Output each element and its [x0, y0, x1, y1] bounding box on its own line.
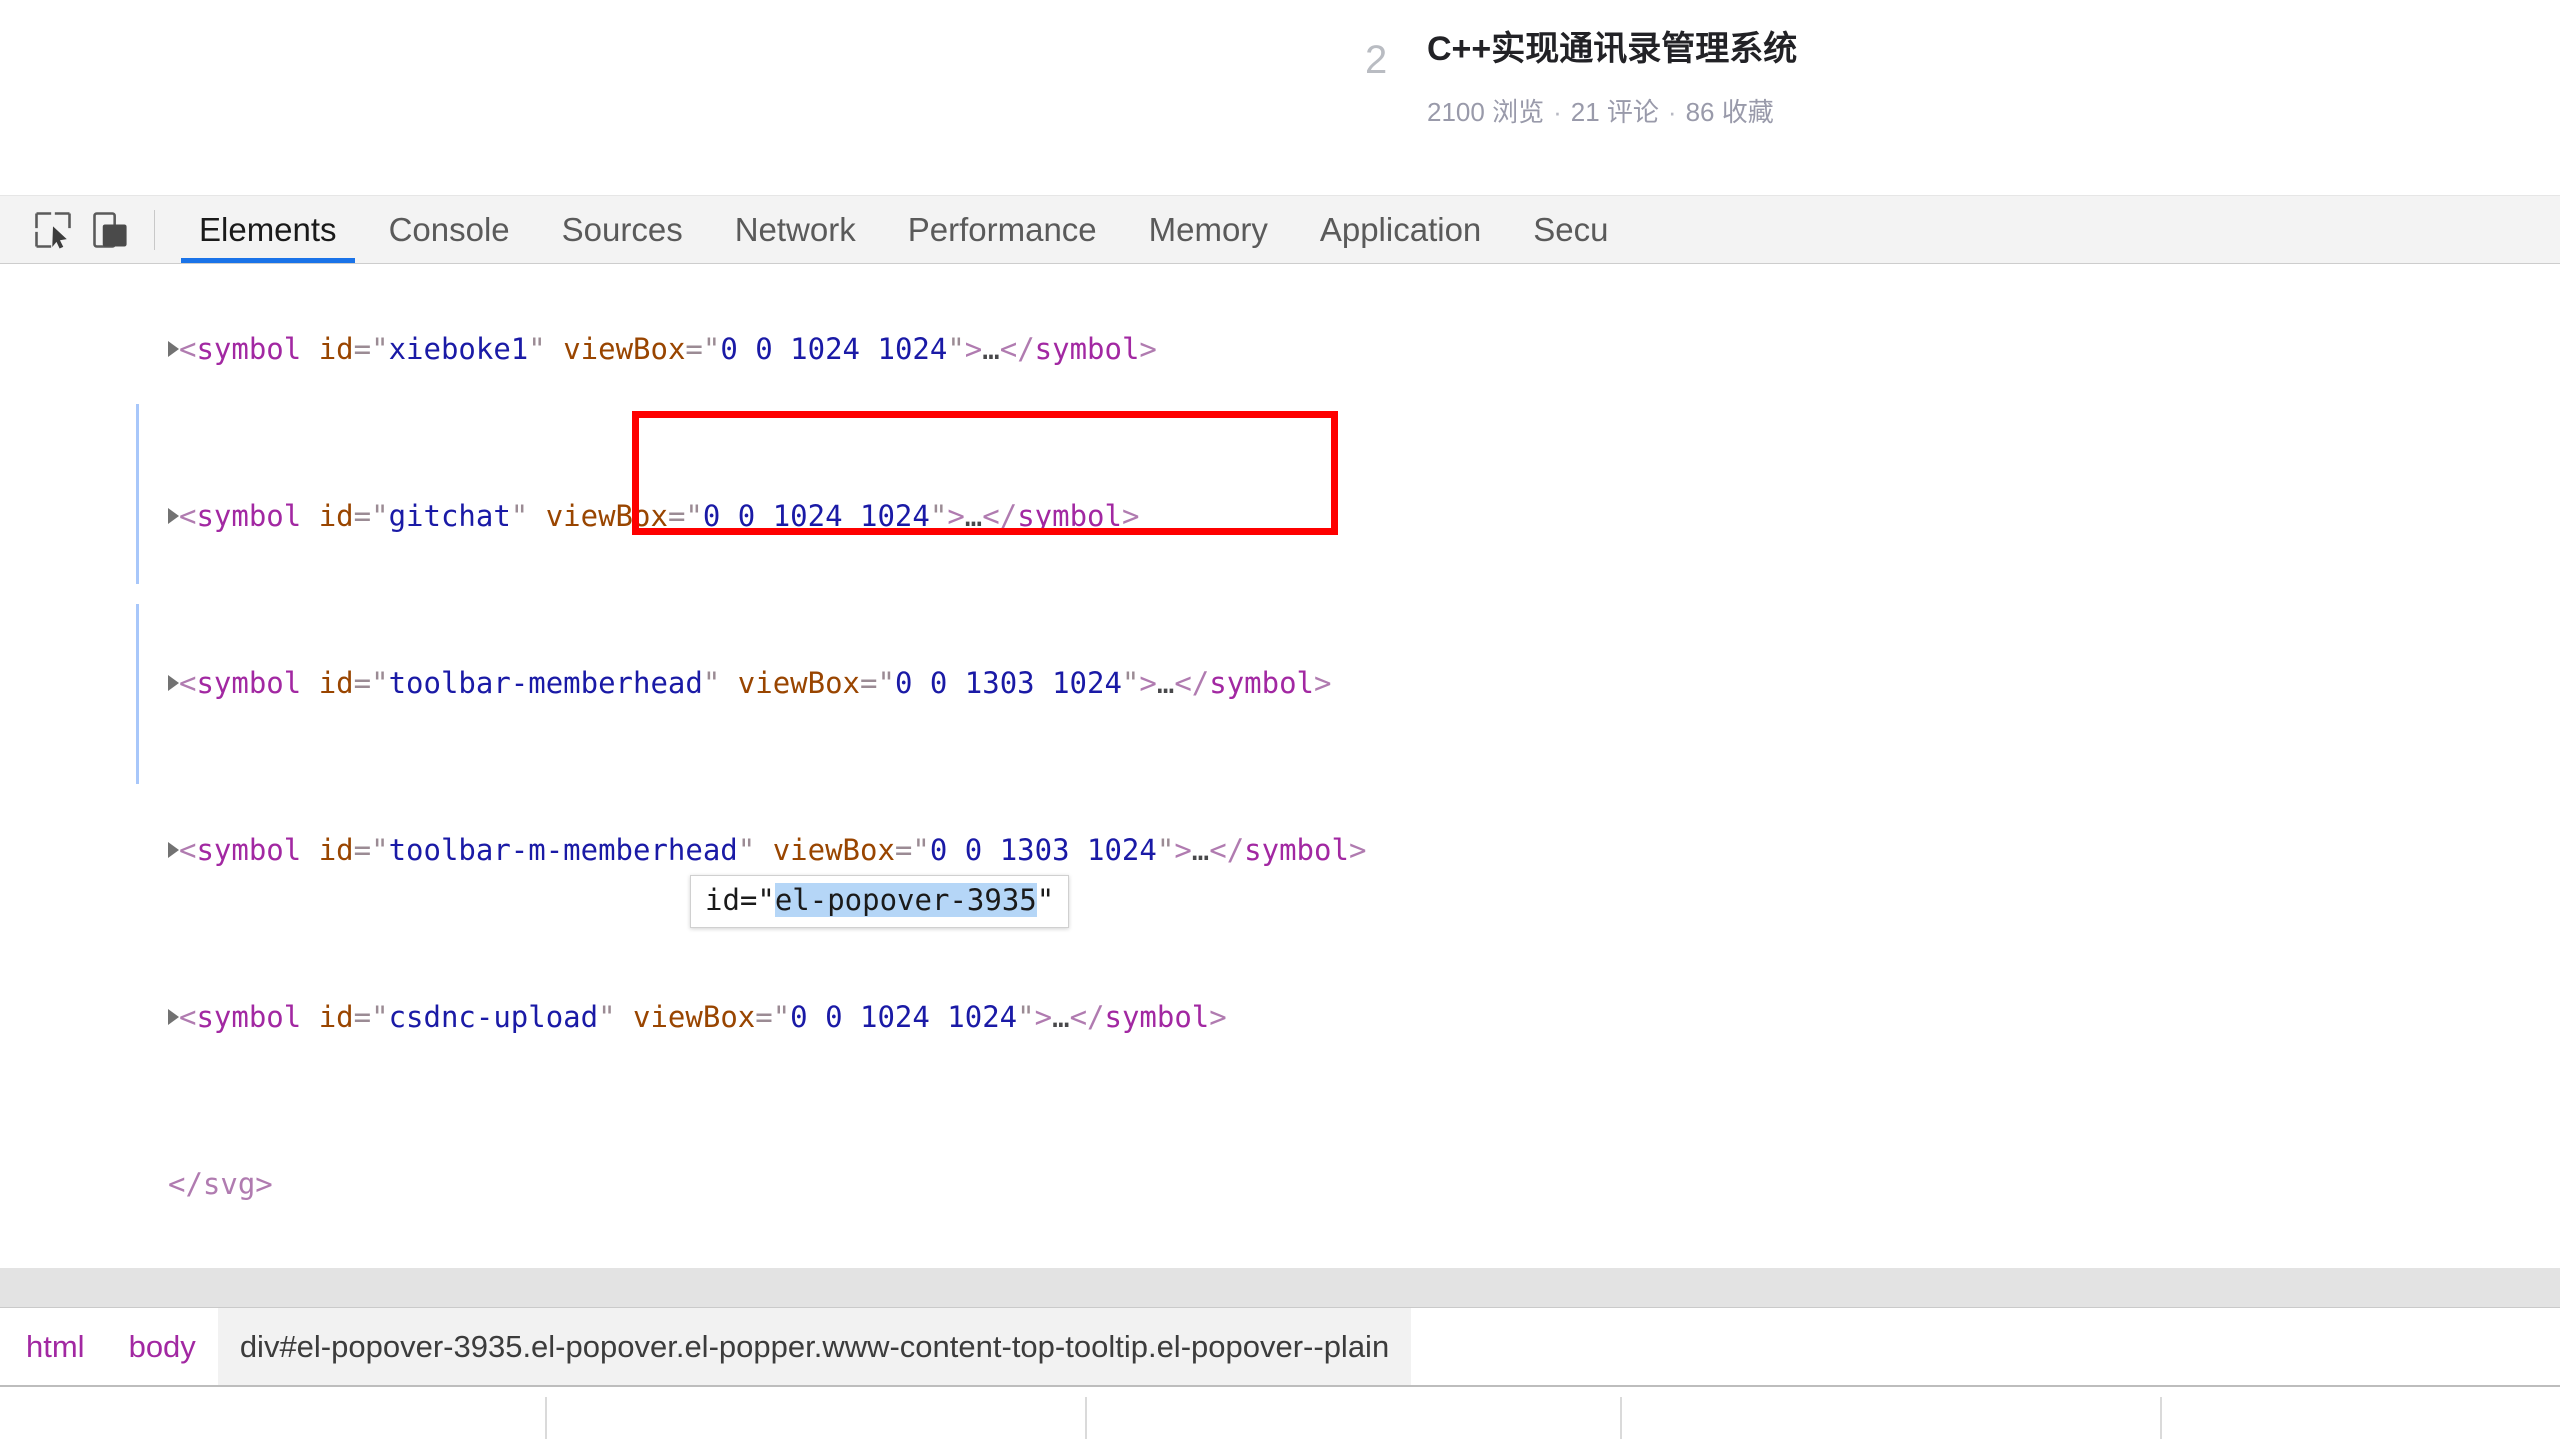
- stub-divider: [1620, 1397, 1622, 1439]
- expand-arrow-icon[interactable]: [168, 507, 179, 524]
- tag-name: symbol: [196, 666, 302, 700]
- stub-divider: [1085, 1397, 1087, 1439]
- web-page-content: 2 C++实现通讯录管理系统 2100 浏览 · 21 评论 · 86 收藏: [0, 0, 2560, 196]
- device-toolbar-icon[interactable]: [82, 201, 140, 259]
- article-favorites: 86 收藏: [1685, 96, 1774, 127]
- attr-value: xieboke1: [388, 332, 529, 366]
- attr-name: id: [318, 1000, 354, 1034]
- stub-divider: [2160, 1397, 2162, 1439]
- toolbar-icon-group: [0, 201, 173, 259]
- attr-value: csdnc-upload: [388, 1000, 599, 1034]
- article-meta: 2100 浏览 · 21 评论 · 86 收藏: [1427, 96, 1797, 130]
- attr-name: viewBox: [772, 833, 895, 867]
- dom-line-symbol-xieboke1[interactable]: <symbol id="xieboke1" viewBox="0 0 1024 …: [0, 266, 2560, 433]
- expand-arrow-icon[interactable]: [168, 674, 179, 691]
- toolbar-divider: [154, 209, 155, 250]
- closing-tag: symbol: [1034, 332, 1140, 366]
- inspect-element-icon[interactable]: [24, 201, 82, 259]
- styles-pane-stub: [0, 1385, 2560, 1439]
- stub-divider: [545, 1397, 547, 1439]
- dom-line-symbol-csdnc-upload[interactable]: <symbol id="csdnc-upload" viewBox="0 0 1…: [0, 934, 2560, 1101]
- devtools-toolbar: Elements Console Sources Network Perform…: [0, 196, 2560, 264]
- article-comments: 21 评论: [1570, 96, 1659, 127]
- dom-line-svg-close[interactable]: </svg>: [0, 1101, 2560, 1268]
- dom-line-symbol-toolbar-memberhead[interactable]: <symbol id="toolbar-memberhead" viewBox=…: [0, 600, 2560, 767]
- dom-line-symbol-gitchat[interactable]: <symbol id="gitchat" viewBox="0 0 1024 1…: [0, 433, 2560, 600]
- attr-value: toolbar-m-memberhead: [388, 833, 738, 867]
- dom-tree[interactable]: <symbol id="xieboke1" viewBox="0 0 1024 …: [0, 264, 2560, 1307]
- attr-name: viewBox: [563, 332, 686, 366]
- attribute-edit-field[interactable]: id="el-popover-3935": [690, 875, 1070, 928]
- attr-value: 0 0 1024 1024: [702, 499, 930, 533]
- closing-svg-tag: </svg>: [168, 1167, 273, 1201]
- tab-network[interactable]: Network: [709, 196, 882, 263]
- meta-separator: ·: [1553, 96, 1562, 127]
- edit-suffix: ": [1036, 883, 1055, 917]
- tag-name: symbol: [196, 1000, 302, 1034]
- edit-selected-value[interactable]: el-popover-3935: [774, 883, 1037, 917]
- tab-security[interactable]: Secu: [1507, 196, 1634, 263]
- collapsed-children[interactable]: …: [1157, 667, 1174, 700]
- attr-name: viewBox: [545, 499, 668, 533]
- collapsed-children[interactable]: …: [1192, 834, 1209, 867]
- collapsed-children[interactable]: …: [982, 333, 999, 366]
- article-views: 2100 浏览: [1427, 96, 1545, 127]
- attr-value: toolbar-memberhead: [388, 666, 703, 700]
- tab-application[interactable]: Application: [1294, 196, 1507, 263]
- article-card[interactable]: 2 C++实现通讯录管理系统 2100 浏览 · 21 评论 · 86 收藏: [1365, 26, 1797, 129]
- attr-value: 0 0 1303 1024: [894, 666, 1122, 700]
- expand-arrow-icon[interactable]: [168, 841, 179, 858]
- edit-prefix: id=": [705, 883, 775, 917]
- closing-tag: symbol: [1244, 833, 1349, 867]
- attr-name: id: [318, 332, 354, 366]
- breadcrumb-item-selected[interactable]: div#el-popover-3935.el-popover.el-popper…: [217, 1308, 1412, 1385]
- tab-memory[interactable]: Memory: [1123, 196, 1294, 263]
- tab-sources[interactable]: Sources: [536, 196, 709, 263]
- tag-name: symbol: [196, 833, 302, 867]
- devtools-tab-bar: Elements Console Sources Network Perform…: [173, 196, 1635, 263]
- closing-tag: symbol: [1209, 666, 1315, 700]
- tag-name: symbol: [196, 332, 302, 366]
- expand-arrow-icon[interactable]: [168, 1008, 179, 1025]
- tab-console[interactable]: Console: [363, 196, 536, 263]
- closing-tag: symbol: [1017, 499, 1122, 533]
- breadcrumb-item-html[interactable]: html: [0, 1308, 107, 1385]
- article-rank: 2: [1365, 38, 1388, 82]
- attr-value: 0 0 1024 1024: [720, 332, 948, 366]
- dom-line-selected-popover-3935[interactable]: ···<div role="tooltip" id="el-popover-39…: [0, 1268, 2560, 1307]
- dom-line-symbol-toolbar-m-memberhead[interactable]: <symbol id="toolbar-m-memberhead" viewBo…: [0, 767, 2560, 934]
- devtools-panel: Elements Console Sources Network Perform…: [0, 196, 2560, 1440]
- breadcrumb-item-body[interactable]: body: [107, 1308, 218, 1385]
- attr-name: viewBox: [737, 666, 860, 700]
- tag-name: symbol: [196, 499, 302, 533]
- attr-value: 0 0 1024 1024: [790, 1000, 1018, 1034]
- attr-name: id: [318, 833, 354, 867]
- article-body: C++实现通讯录管理系统 2100 浏览 · 21 评论 · 86 收藏: [1427, 26, 1797, 129]
- collapsed-children[interactable]: …: [965, 500, 982, 533]
- attr-value: gitchat: [388, 499, 511, 533]
- collapsed-children[interactable]: …: [1052, 1001, 1069, 1034]
- article-title[interactable]: C++实现通讯录管理系统: [1427, 26, 1797, 74]
- breadcrumb: html body div#el-popover-3935.el-popover…: [0, 1307, 2560, 1385]
- attr-value: 0 0 1303 1024: [929, 833, 1157, 867]
- meta-separator: ·: [1667, 96, 1677, 127]
- attr-name: viewBox: [633, 1000, 756, 1034]
- attr-name: id: [318, 499, 354, 533]
- tab-elements[interactable]: Elements: [173, 196, 363, 263]
- expand-arrow-icon[interactable]: [168, 340, 179, 357]
- tab-performance[interactable]: Performance: [882, 196, 1123, 263]
- closing-tag: symbol: [1104, 1000, 1210, 1034]
- attr-name: id: [318, 666, 354, 700]
